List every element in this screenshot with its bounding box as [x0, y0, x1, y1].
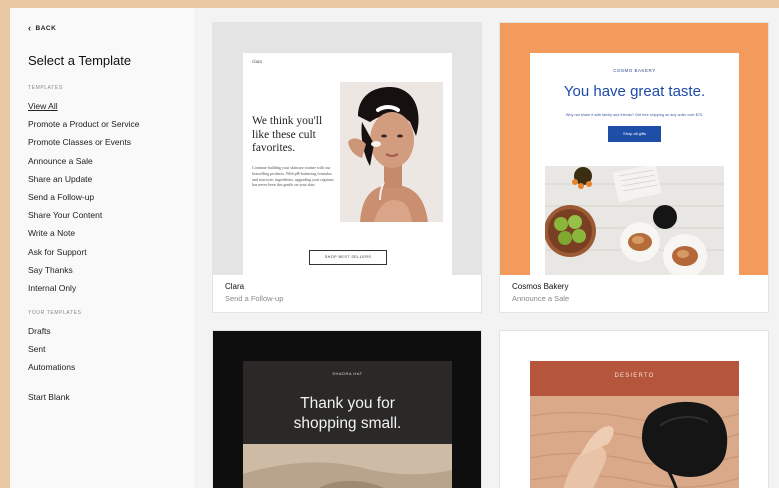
sidebar-item-announce-sale[interactable]: Announce a Sale [28, 152, 194, 170]
email-brand: SHADRA HAT [332, 371, 363, 376]
page-title: Select a Template [28, 53, 132, 68]
sidebar-item-automations[interactable]: Automations [28, 358, 194, 376]
bakery-photo [545, 166, 724, 275]
sidebar-item-view-all[interactable]: View All [28, 97, 194, 115]
email-cta-button: SHOP BEST SELLERS [309, 250, 387, 265]
card-caption: Clara Send a Follow-up [213, 282, 481, 303]
email-preview: COSMO BAKERY You have great taste. Why n… [530, 53, 739, 275]
email-preview: DESIERTO [530, 361, 739, 488]
email-brand: COSMO BAKERY [613, 68, 656, 73]
sidebar-item-promote-classes[interactable]: Promote Classes or Events [28, 133, 194, 151]
card-caption: Cosmos Bakery Announce a Sale [500, 282, 768, 303]
template-category: Send a Follow-up [225, 294, 284, 303]
template-preview: SHADRA HAT Thank you for shopping small. [213, 331, 481, 488]
template-card-cosmos-bakery[interactable]: COSMO BAKERY You have great taste. Why n… [499, 22, 769, 313]
desert-photo [530, 396, 739, 488]
email-brand: DESIERTO [614, 373, 655, 379]
email-body: Continue building your skincare routine … [252, 165, 334, 188]
portrait-photo [340, 82, 443, 222]
email-headline: Thank you for shopping small. [243, 394, 452, 434]
chevron-left-icon: ‹ [28, 23, 32, 33]
email-headline: You have great taste. [563, 83, 706, 100]
your-templates-list: Drafts Sent Automations [28, 322, 194, 377]
sidebar-item-ask-support[interactable]: Ask for Support [28, 243, 194, 261]
email-brand: clara [252, 60, 262, 65]
back-label: BACK [35, 25, 57, 32]
sidebar-item-say-thanks[interactable]: Say Thanks [28, 261, 194, 279]
sidebar-item-send-follow-up[interactable]: Send a Follow-up [28, 188, 194, 206]
sidebar-item-share-content[interactable]: Share Your Content [28, 206, 194, 224]
template-sidebar: ‹ BACK Select a Template TEMPLATES View … [10, 8, 194, 488]
email-preview: SHADRA HAT Thank you for shopping small. [243, 361, 452, 488]
email-cta-button: Shop all gifts [608, 126, 661, 142]
email-subtext: Why not share it with family and friends… [565, 113, 704, 117]
hat-photo [243, 444, 452, 488]
sidebar-item-drafts[interactable]: Drafts [28, 322, 194, 340]
template-card-thank-you[interactable]: SHADRA HAT Thank you for shopping small. [212, 330, 482, 488]
email-headline-line-1: Thank you for [300, 395, 395, 412]
your-templates-section-label: YOUR TEMPLATES [28, 310, 82, 317]
template-preview: COSMO BAKERY You have great taste. Why n… [500, 23, 768, 275]
template-name: Clara [225, 282, 245, 291]
template-name: Cosmos Bakery [512, 282, 569, 291]
template-category: Announce a Sale [512, 294, 570, 303]
sidebar-item-internal-only[interactable]: Internal Only [28, 279, 194, 297]
back-button[interactable]: ‹ BACK [28, 24, 194, 33]
template-preview: DESIERTO [500, 331, 768, 488]
template-grid: clara We think you'll like these cult fa… [194, 8, 779, 488]
template-preview: clara We think you'll like these cult fa… [213, 23, 481, 275]
email-headline: We think you'll like these cult favorite… [252, 115, 323, 154]
sidebar-item-promote-product[interactable]: Promote a Product or Service [28, 115, 194, 133]
sidebar-item-sent[interactable]: Sent [28, 340, 194, 358]
app-frame: ‹ BACK Select a Template TEMPLATES View … [10, 8, 779, 488]
template-card-clara[interactable]: clara We think you'll like these cult fa… [212, 22, 482, 313]
start-blank-button[interactable]: Start Blank [28, 388, 194, 406]
email-headline-line-2: shopping small. [293, 415, 402, 432]
email-header: DESIERTO [530, 361, 739, 396]
email-preview: clara We think you'll like these cult fa… [243, 53, 452, 275]
templates-list: View All Promote a Product or Service Pr… [28, 97, 194, 297]
sidebar-item-write-note[interactable]: Write a Note [28, 224, 194, 242]
templates-section-label: TEMPLATES [28, 85, 63, 91]
sidebar-item-share-update[interactable]: Share an Update [28, 170, 194, 188]
template-card-desierto[interactable]: DESIERTO [499, 330, 769, 488]
